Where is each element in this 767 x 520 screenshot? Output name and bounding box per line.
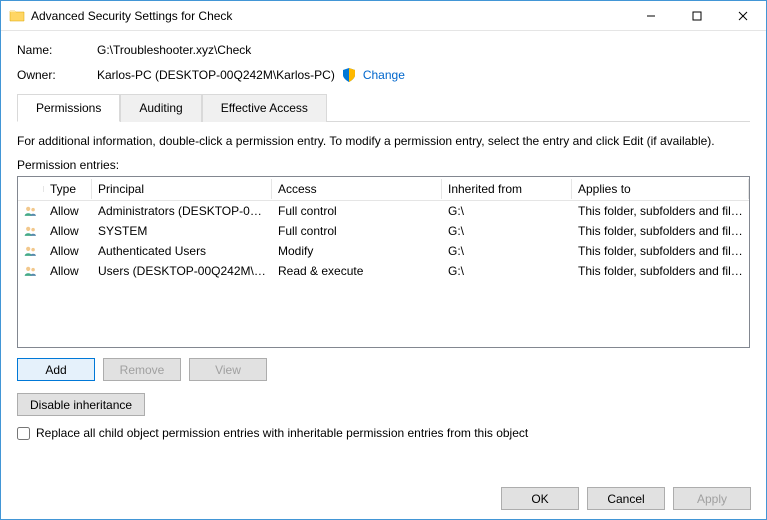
minimize-button[interactable] xyxy=(628,1,674,31)
replace-checkbox-label: Replace all child object permission entr… xyxy=(36,426,528,440)
cell-principal: Authenticated Users xyxy=(92,241,272,261)
cell-access: Full control xyxy=(272,201,442,221)
tab-auditing[interactable]: Auditing xyxy=(120,94,201,122)
name-row: Name: G:\Troubleshooter.xyz\Check xyxy=(17,43,750,57)
replace-checkbox[interactable] xyxy=(17,427,30,440)
cell-type: Allow xyxy=(44,261,92,281)
cell-type: Allow xyxy=(44,241,92,261)
description-text: For additional information, double-click… xyxy=(17,134,750,148)
entries-header: Type Principal Access Inherited from App… xyxy=(18,177,749,201)
header-inherited[interactable]: Inherited from xyxy=(442,179,572,199)
cell-inherited: G:\ xyxy=(442,261,572,281)
name-value: G:\Troubleshooter.xyz\Check xyxy=(97,43,251,57)
dialog-footer: OK Cancel Apply xyxy=(501,487,751,510)
close-button[interactable] xyxy=(720,1,766,31)
users-icon xyxy=(24,244,38,258)
header-access[interactable]: Access xyxy=(272,179,442,199)
table-row[interactable]: AllowAdministrators (DESKTOP-00...Full c… xyxy=(18,201,749,221)
owner-label: Owner: xyxy=(17,68,97,82)
entry-buttons: Add Remove View xyxy=(17,358,750,381)
tab-permissions[interactable]: Permissions xyxy=(17,94,120,122)
content: Name: G:\Troubleshooter.xyz\Check Owner:… xyxy=(1,31,766,450)
folder-icon xyxy=(9,8,25,24)
table-row[interactable]: AllowUsers (DESKTOP-00Q242M\Us...Read & … xyxy=(18,261,749,281)
cell-inherited: G:\ xyxy=(442,221,572,241)
remove-button: Remove xyxy=(103,358,181,381)
cell-principal: Administrators (DESKTOP-00... xyxy=(92,201,272,221)
users-icon xyxy=(24,264,38,278)
replace-checkbox-row: Replace all child object permission entr… xyxy=(17,426,750,440)
header-principal[interactable]: Principal xyxy=(92,179,272,199)
shield-icon xyxy=(341,67,357,83)
cell-applies: This folder, subfolders and files xyxy=(572,261,749,281)
tabs: Permissions Auditing Effective Access xyxy=(17,93,750,122)
users-icon xyxy=(24,224,38,238)
apply-button: Apply xyxy=(673,487,751,510)
cancel-button[interactable]: Cancel xyxy=(587,487,665,510)
window-title: Advanced Security Settings for Check xyxy=(31,9,628,23)
entries-label: Permission entries: xyxy=(17,158,750,172)
owner-row: Owner: Karlos-PC (DESKTOP-00Q242M\Karlos… xyxy=(17,67,750,83)
users-icon xyxy=(24,204,38,218)
header-applies[interactable]: Applies to xyxy=(572,179,749,199)
cell-inherited: G:\ xyxy=(442,241,572,261)
cell-type: Allow xyxy=(44,221,92,241)
cell-applies: This folder, subfolders and files xyxy=(572,201,749,221)
cell-applies: This folder, subfolders and files xyxy=(572,221,749,241)
name-label: Name: xyxy=(17,43,97,57)
change-owner-link[interactable]: Change xyxy=(363,68,405,82)
add-button[interactable]: Add xyxy=(17,358,95,381)
header-type[interactable]: Type xyxy=(44,179,92,199)
cell-access: Full control xyxy=(272,221,442,241)
table-row[interactable]: AllowAuthenticated UsersModifyG:\This fo… xyxy=(18,241,749,261)
cell-access: Modify xyxy=(272,241,442,261)
disable-inheritance-button[interactable]: Disable inheritance xyxy=(17,393,145,416)
owner-value: Karlos-PC (DESKTOP-00Q242M\Karlos-PC) xyxy=(97,68,335,82)
cell-access: Read & execute xyxy=(272,261,442,281)
cell-principal: Users (DESKTOP-00Q242M\Us... xyxy=(92,261,272,281)
view-button: View xyxy=(189,358,267,381)
titlebar: Advanced Security Settings for Check xyxy=(1,1,766,31)
permission-entries-list[interactable]: Type Principal Access Inherited from App… xyxy=(17,176,750,348)
cell-inherited: G:\ xyxy=(442,201,572,221)
cell-type: Allow xyxy=(44,201,92,221)
cell-applies: This folder, subfolders and files xyxy=(572,241,749,261)
cell-principal: SYSTEM xyxy=(92,221,272,241)
maximize-button[interactable] xyxy=(674,1,720,31)
table-row[interactable]: AllowSYSTEMFull controlG:\This folder, s… xyxy=(18,221,749,241)
tab-effective-access[interactable]: Effective Access xyxy=(202,94,327,122)
ok-button[interactable]: OK xyxy=(501,487,579,510)
